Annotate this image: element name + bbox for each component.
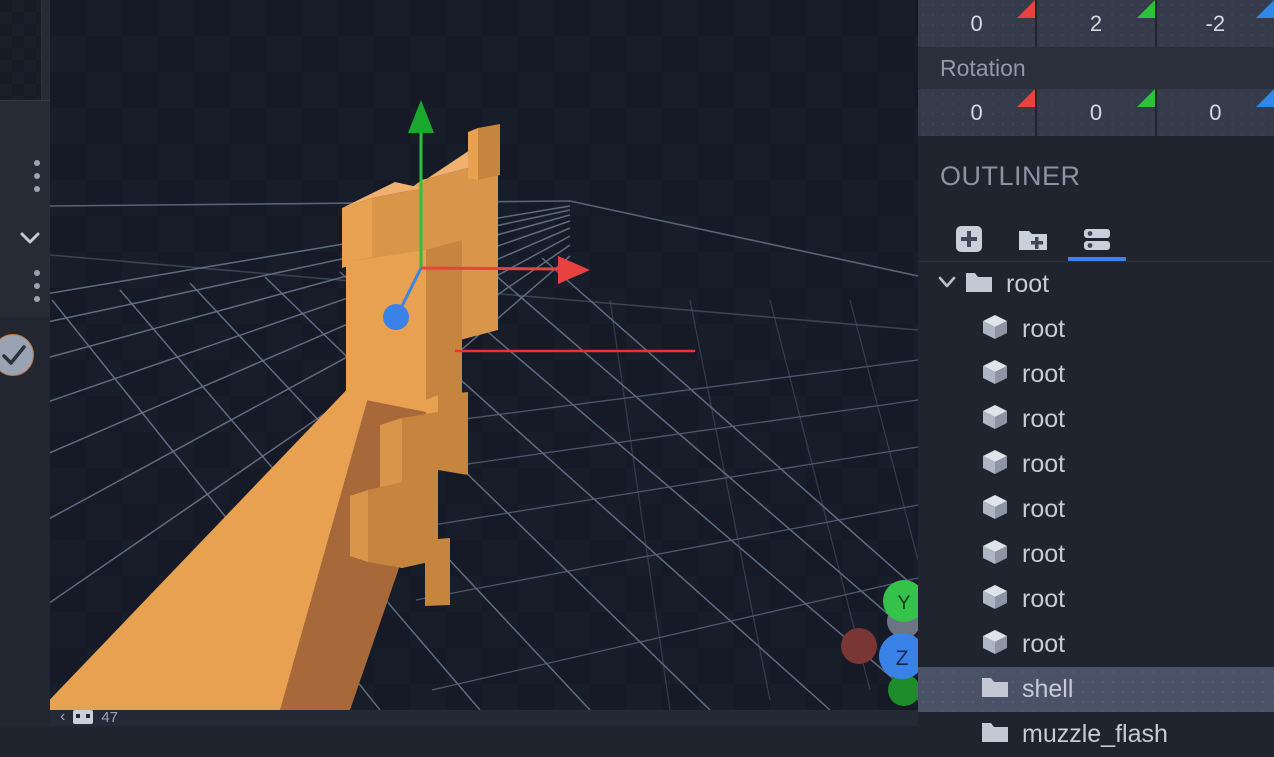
tree-item-label: root [1022, 360, 1066, 388]
position-x-value: 0 [970, 10, 983, 36]
position-x-field[interactable]: 0 [918, 0, 1036, 47]
add-folder-button[interactable] [1012, 217, 1054, 261]
axis-marker-y [1136, 89, 1155, 107]
svg-text:Y: Y [898, 593, 911, 614]
tree-item-root[interactable]: root [918, 442, 1274, 487]
tree-item-root[interactable]: root [918, 262, 1274, 307]
position-z-value: -2 [1205, 10, 1226, 36]
timeline-icon[interactable] [73, 710, 94, 724]
tree-item-root[interactable]: root [918, 397, 1274, 442]
tree-item-root[interactable]: root [918, 577, 1274, 622]
tree-item-root[interactable]: root [918, 532, 1274, 577]
rotation-z-value: 0 [1209, 99, 1222, 125]
expand-chevron-icon[interactable] [936, 271, 964, 298]
frame-counter: 47 [101, 710, 119, 726]
outliner-tree: root root root root root root root root root shel… [918, 262, 1274, 757]
cube-icon [980, 537, 1010, 572]
axis-marker-z [1255, 89, 1274, 107]
tree-item-label: root [1022, 495, 1066, 523]
cube-icon [980, 492, 1010, 527]
tree-item-label: root [1022, 315, 1066, 343]
right-inspector-panel: 0 2 -2 Rotation 0 0 0 OUTLINER root root… [918, 0, 1274, 748]
position-z-field[interactable]: -2 [1156, 0, 1274, 47]
tree-item-label: root [1022, 540, 1066, 568]
axis-marker-z [1255, 0, 1274, 18]
cube-icon [980, 447, 1010, 482]
rail-top-preview-block [0, 0, 42, 100]
rotation-x-field[interactable]: 0 [918, 89, 1036, 136]
status-left-group: ‹ 47 [60, 710, 118, 726]
position-y-field[interactable]: 2 [1037, 0, 1155, 47]
svg-text:Z: Z [896, 647, 909, 670]
tree-item-shell-selected[interactable]: shell [918, 667, 1274, 712]
outliner-title: OUTLINER [940, 161, 1081, 191]
tree-item-label: muzzle_flash [1022, 720, 1168, 748]
tree-item-label: root [1022, 630, 1066, 658]
add-node-button[interactable] [948, 217, 990, 261]
rail-lower-band [0, 318, 50, 726]
position-y-value: 2 [1089, 10, 1103, 36]
axis-marker-x [1017, 89, 1036, 107]
tree-item-root[interactable]: root [918, 307, 1274, 352]
rotation-section-label: Rotation [918, 47, 1274, 89]
rail-more-menu-top-icon[interactable] [30, 160, 44, 200]
tree-item-muzzle_flash[interactable]: muzzle_flash [918, 712, 1274, 757]
position-field-row: 0 2 -2 [918, 0, 1274, 47]
chevron-down-icon[interactable] [18, 226, 42, 250]
cube-icon [980, 312, 1010, 347]
list-view-button[interactable] [1068, 217, 1126, 261]
rotation-z-field[interactable]: 0 [1156, 89, 1274, 136]
rail-more-menu-bottom-icon[interactable] [30, 270, 44, 310]
axis-orientation-gizmo: Y X Z [841, 580, 918, 706]
rotation-x-value: 0 [970, 99, 983, 125]
cube-icon [980, 582, 1010, 617]
rail-divider [0, 100, 50, 101]
axis-marker-y [1136, 0, 1155, 18]
left-toolbar-rail [0, 0, 50, 726]
tree-item-label: root [1006, 270, 1050, 298]
tree-item-root[interactable]: root [918, 487, 1274, 532]
cube-icon [980, 357, 1010, 392]
axis-marker-x [1017, 0, 1036, 18]
tree-item-label: root [1022, 405, 1066, 433]
3d-viewport[interactable]: Y X Z [50, 0, 918, 710]
cube-icon [980, 627, 1010, 662]
rotation-y-value: 0 [1089, 99, 1103, 125]
tree-item-label: shell [1022, 675, 1074, 703]
tree-item-label: root [1022, 450, 1066, 478]
tree-item-root[interactable]: root [918, 352, 1274, 397]
outliner-toolbar [918, 206, 1274, 262]
viewport-scene: Y X Z [50, 100, 918, 710]
rotation-field-row: 0 0 0 [918, 89, 1274, 136]
prev-frame-icon[interactable]: ‹ [60, 710, 65, 726]
tree-item-root[interactable]: root [918, 622, 1274, 667]
cube-icon [980, 402, 1010, 437]
rotation-y-field[interactable]: 0 [1037, 89, 1155, 136]
folder-icon [980, 717, 1010, 752]
tree-item-label: root [1022, 585, 1066, 613]
model-geometry [50, 124, 500, 710]
folder-icon [964, 267, 994, 302]
active-tab-underline [1068, 257, 1126, 261]
folder-icon [980, 672, 1010, 707]
